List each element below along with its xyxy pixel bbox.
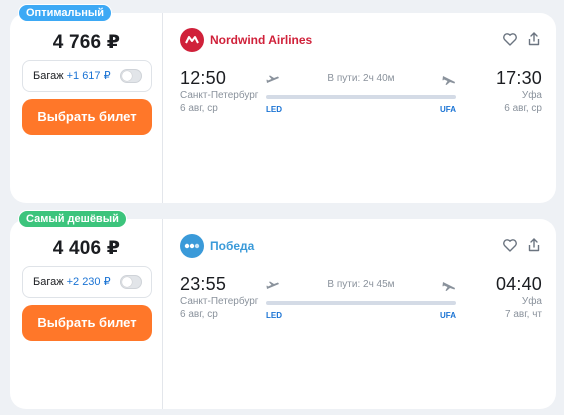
airline-name: Победа (210, 239, 255, 253)
select-ticket-button[interactable]: Выбрать билет (22, 99, 152, 135)
airline: Nordwind Airlines (180, 28, 312, 52)
arrival-airport-code: UFA (440, 311, 456, 320)
heart-icon[interactable] (502, 31, 518, 47)
arrival-time: 17:30 (495, 68, 542, 88)
toggle-knob (122, 71, 132, 81)
baggage-toggle[interactable] (120, 69, 142, 83)
baggage-price: +2 230 ₽ (66, 276, 111, 288)
share-icon[interactable] (526, 237, 542, 253)
baggage-label-row: Багаж +2 230 ₽ (33, 275, 111, 288)
baggage-price: +1 617 ₽ (66, 70, 111, 82)
baggage-label-row: Багаж +1 617 ₽ (33, 69, 111, 82)
route: В пути: 2ч 40м LED UFA (266, 71, 456, 115)
arrival-date: 7 авг, чт (505, 309, 542, 320)
heart-icon[interactable] (502, 237, 518, 253)
departure-airport-code: LED (266, 105, 282, 114)
arrival-city: Уфа (521, 90, 542, 101)
departure-city: Санкт-Петербург (180, 90, 259, 101)
airline: Победа (180, 234, 254, 258)
card-actions (502, 31, 542, 47)
baggage-label: Багаж (33, 276, 64, 288)
badge-optimal: Оптимальный (18, 4, 113, 22)
arrival-time: 04:40 (495, 274, 542, 294)
route-line (266, 95, 456, 99)
pobeda-logo-icon (180, 234, 204, 258)
ticket-price: 4 766 ₽ (52, 32, 121, 53)
flight-details[interactable]: Nordwind Airlines 12:50 Санкт-Петербург … (164, 13, 556, 203)
flight-offer-card[interactable]: 4 766 ₽ Багаж +1 617 ₽ Выбрать билет Nord… (10, 13, 556, 203)
route: В пути: 2ч 45м LED UFA (266, 277, 456, 321)
route-line (266, 301, 456, 305)
card-actions (502, 237, 542, 253)
landing-icon (442, 279, 456, 291)
airline-name: Nordwind Airlines (210, 33, 313, 47)
baggage-option[interactable]: Багаж +1 617 ₽ (22, 60, 152, 92)
departure-date: 6 авг, ср (180, 309, 218, 320)
arrival-date: 6 авг, ср (504, 103, 542, 114)
baggage-label: Багаж (33, 70, 64, 82)
arrival-airport-code: UFA (440, 105, 456, 114)
departure-airport-code: LED (266, 311, 282, 320)
flight-duration: В пути: 2ч 45м (327, 279, 395, 290)
badge-cheapest: Самый дешёвый (18, 210, 127, 228)
price-panel: 4 766 ₽ Багаж +1 617 ₽ Выбрать билет (10, 13, 163, 203)
baggage-option[interactable]: Багаж +2 230 ₽ (22, 266, 152, 298)
ticket-price: 4 406 ₽ (52, 238, 121, 259)
arrival-city: Уфа (521, 296, 542, 307)
landing-icon (442, 73, 456, 85)
flight-duration: В пути: 2ч 40м (327, 73, 395, 84)
departure-date: 6 авг, ср (180, 103, 218, 114)
flight-details[interactable]: Победа 23:55 Санкт-Петербург 6 авг, ср В… (164, 219, 556, 409)
share-icon[interactable] (526, 31, 542, 47)
departure-city: Санкт-Петербург (180, 296, 259, 307)
departure-time: 23:55 (180, 274, 227, 294)
select-ticket-button[interactable]: Выбрать билет (22, 305, 152, 341)
price-panel: 4 406 ₽ Багаж +2 230 ₽ Выбрать билет (10, 219, 163, 409)
nordwind-logo-icon (180, 28, 204, 52)
toggle-knob (122, 277, 132, 287)
departure-time: 12:50 (180, 68, 227, 88)
flight-offer-card[interactable]: 4 406 ₽ Багаж +2 230 ₽ Выбрать билет Побе… (10, 219, 556, 409)
baggage-toggle[interactable] (120, 275, 142, 289)
